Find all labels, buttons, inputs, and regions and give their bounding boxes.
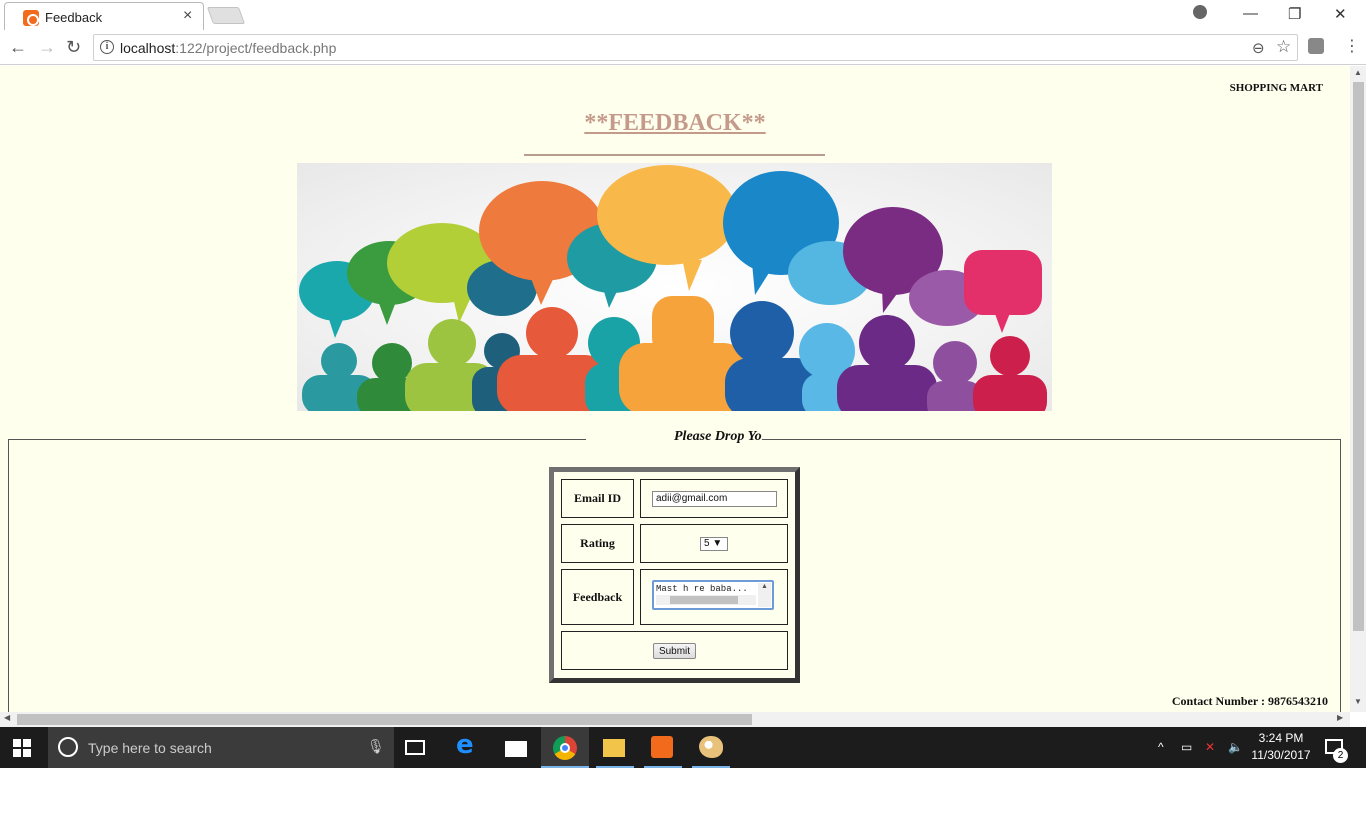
- reload-icon[interactable]: ↻: [66, 37, 81, 58]
- url-text[interactable]: localhost:122/project/feedback.php: [120, 40, 336, 56]
- info-icon[interactable]: i: [100, 40, 114, 54]
- edge-icon[interactable]: e: [456, 730, 482, 760]
- close-window-icon[interactable]: ✕: [1334, 5, 1347, 23]
- textarea-horizontal-scrollbar[interactable]: [656, 595, 756, 605]
- volume-icon[interactable]: 🔈: [1228, 740, 1243, 754]
- scroll-right-icon[interactable]: ▶: [1337, 713, 1343, 722]
- notification-badge: 2: [1333, 748, 1348, 763]
- network-error-icon[interactable]: ✕: [1205, 740, 1215, 754]
- show-hidden-icons-icon[interactable]: ^: [1158, 740, 1164, 754]
- clock-time: 3:24 PM: [1258, 731, 1304, 745]
- scroll-left-icon[interactable]: ◀: [4, 713, 10, 722]
- microphone-icon[interactable]: 🎙: [367, 738, 385, 755]
- submit-button[interactable]: Submit: [653, 643, 696, 659]
- rating-select[interactable]: 5 ▼: [700, 537, 728, 551]
- profile-icon[interactable]: [1193, 5, 1207, 19]
- textarea-vertical-scrollbar[interactable]: ▲: [758, 583, 771, 607]
- running-indicator: [692, 766, 730, 768]
- file-explorer-icon[interactable]: [603, 739, 625, 757]
- fieldset-legend: Please Drop Your Feedback: [586, 428, 762, 450]
- windows-start-icon[interactable]: [13, 739, 31, 757]
- running-indicator: [596, 766, 634, 768]
- battery-icon[interactable]: ▭: [1181, 740, 1192, 754]
- mail-icon[interactable]: [505, 741, 527, 757]
- zoom-icon[interactable]: ⊖: [1252, 39, 1265, 57]
- task-view-icon[interactable]: [405, 740, 425, 755]
- horizontal-scrollbar[interactable]: ◀ ▶: [0, 712, 1350, 727]
- new-tab-button[interactable]: [206, 7, 246, 24]
- browser-toolbar: ← → ↻ i localhost:122/project/feedback.p…: [0, 30, 1366, 65]
- feedback-text: Mast h re baba...: [656, 584, 748, 594]
- cortana-icon: [58, 737, 78, 757]
- paint-icon[interactable]: [699, 736, 723, 758]
- feedback-banner-image: [297, 163, 1052, 411]
- xampp-favicon-icon: [23, 10, 39, 26]
- address-bar[interactable]: i localhost:122/project/feedback.php ⊖ ☆: [93, 34, 1298, 61]
- page-viewport: SHOPPING MART **FEEDBACK** Please Drop Y…: [0, 66, 1350, 712]
- chrome-icon[interactable]: [553, 736, 577, 760]
- brand-label: SHOPPING MART: [1229, 82, 1323, 94]
- menu-dots-icon[interactable]: ⋮: [1344, 36, 1360, 56]
- email-input[interactable]: adii@gmail.com: [652, 491, 777, 507]
- title-divider: [524, 154, 825, 156]
- email-label: Email ID: [561, 479, 634, 518]
- browser-tab-feedback[interactable]: Feedback ×: [4, 2, 204, 30]
- email-cell: adii@gmail.com: [640, 479, 788, 518]
- search-placeholder: Type here to search: [88, 740, 212, 756]
- extension-icon[interactable]: [1308, 38, 1324, 54]
- forward-arrow-icon[interactable]: →: [38, 37, 56, 58]
- dropdown-arrow-icon: ▼: [712, 538, 723, 549]
- rating-cell: 5 ▼: [640, 524, 788, 563]
- feedback-label: Feedback: [561, 569, 634, 625]
- contact-number: Contact Number : 9876543210: [1171, 694, 1328, 708]
- restore-icon[interactable]: ❐: [1288, 5, 1301, 23]
- feedback-form: Email ID adii@gmail.com Rating 5 ▼ Feedb…: [549, 467, 800, 683]
- submit-cell: Submit: [561, 631, 788, 670]
- tab-title: Feedback: [45, 10, 103, 25]
- feedback-textarea[interactable]: Mast h re baba... ▲: [652, 580, 774, 610]
- rating-label: Rating: [561, 524, 634, 563]
- horizontal-scroll-thumb[interactable]: [17, 714, 752, 725]
- clock-date: 11/30/2017: [1251, 748, 1311, 762]
- scroll-down-icon[interactable]: ▼: [1354, 697, 1362, 706]
- taskbar-search-box[interactable]: Type here to search 🎙: [48, 727, 394, 768]
- page-title: **FEEDBACK**: [584, 110, 766, 136]
- bookmark-star-icon[interactable]: ☆: [1276, 37, 1291, 57]
- windows-taskbar: Type here to search 🎙 e ^ ▭ ✕ 🔈 3:24 PM …: [0, 727, 1366, 768]
- back-arrow-icon[interactable]: ←: [9, 37, 27, 58]
- scroll-up-icon[interactable]: ▲: [1354, 68, 1362, 77]
- taskbar-clock[interactable]: 3:24 PM 11/30/2017: [1249, 730, 1313, 764]
- textarea-scroll-thumb[interactable]: [670, 596, 738, 604]
- vertical-scroll-thumb[interactable]: [1353, 82, 1364, 631]
- tab-close-icon[interactable]: ×: [183, 7, 192, 25]
- feedback-cell: Mast h re baba... ▲: [640, 569, 788, 625]
- minimize-icon[interactable]: —: [1243, 5, 1258, 22]
- vertical-scrollbar[interactable]: ▲ ▼: [1350, 66, 1366, 712]
- running-indicator: [644, 766, 682, 768]
- browser-tabbar: Feedback × — ❐ ✕: [0, 0, 1366, 30]
- xampp-icon[interactable]: [651, 736, 673, 758]
